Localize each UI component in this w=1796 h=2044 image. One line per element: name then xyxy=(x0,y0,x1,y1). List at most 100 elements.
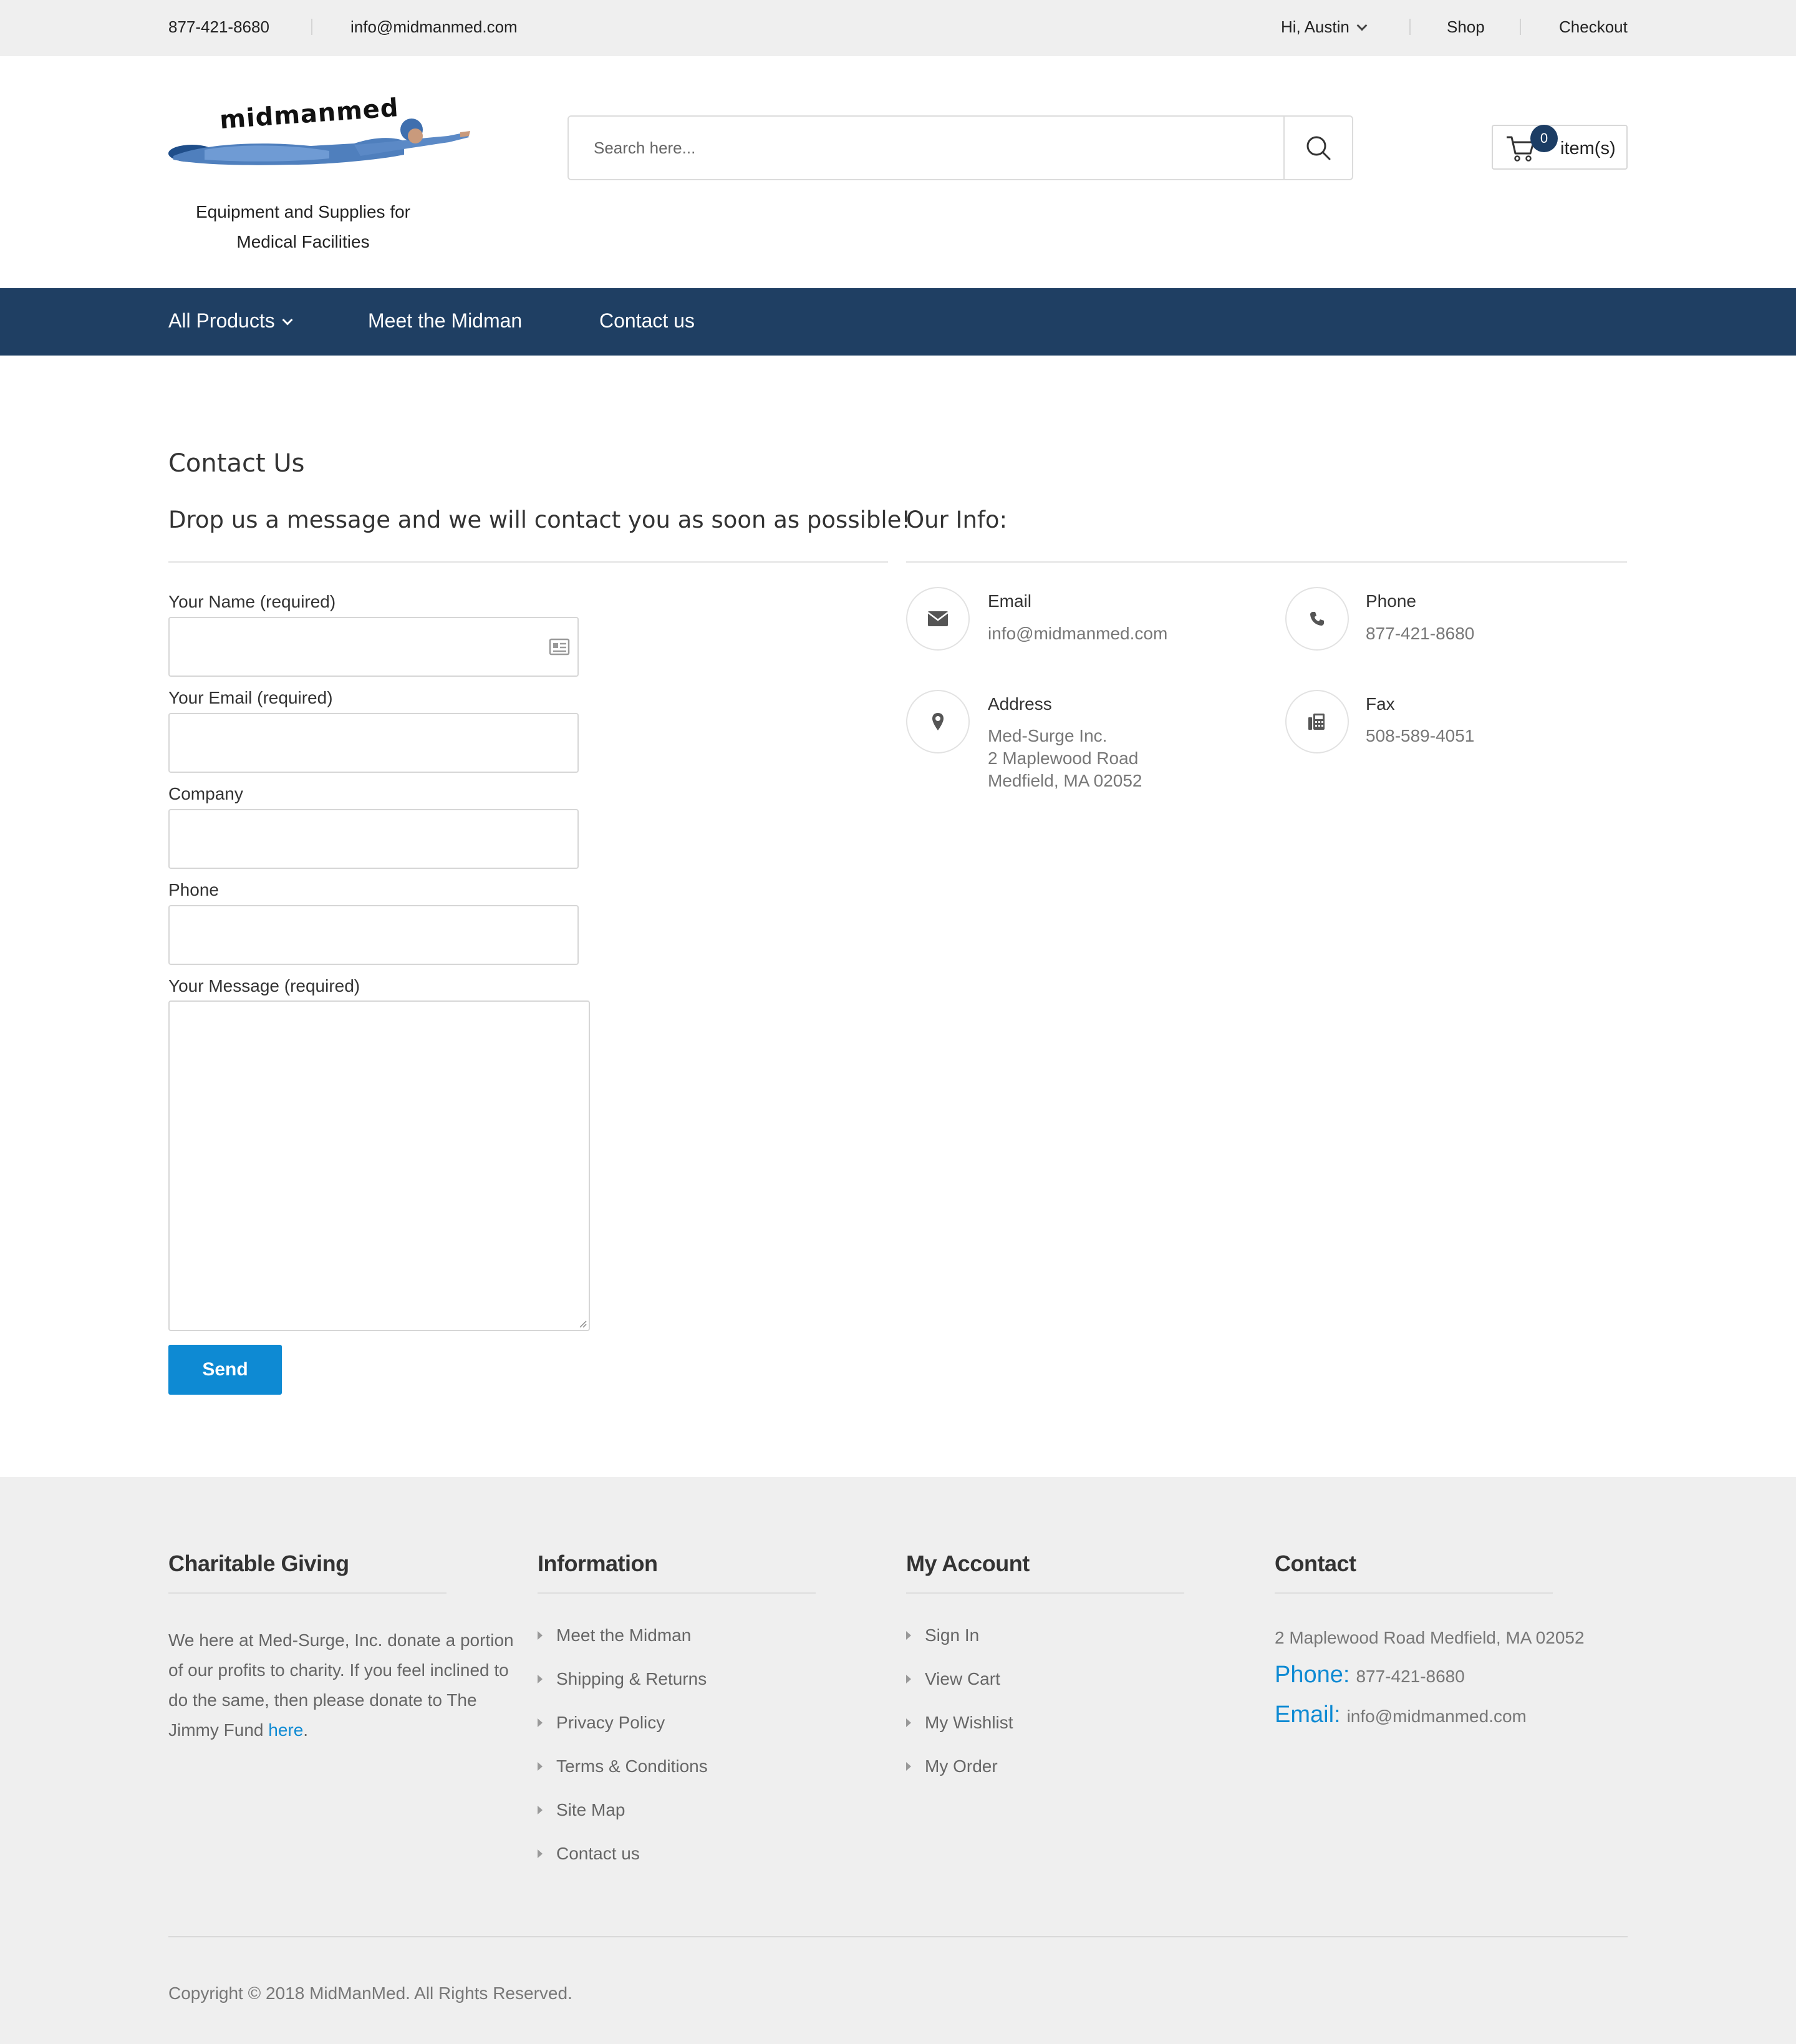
caret-right-icon xyxy=(906,1631,911,1640)
map-marker-icon xyxy=(932,713,944,730)
footer-divider xyxy=(168,1936,1628,1937)
footer-link-my-wishlist[interactable]: My Wishlist xyxy=(906,1713,1013,1733)
footer-phone-value[interactable]: 877-421-8680 xyxy=(1356,1667,1464,1686)
cart-label: item(s) xyxy=(1560,138,1616,158)
fax-icon xyxy=(1308,714,1325,730)
info-address-title: Address xyxy=(988,694,1052,714)
info-heading: Our Info: xyxy=(906,506,1008,533)
footer-link-sign-in[interactable]: Sign In xyxy=(906,1625,979,1645)
footer-link-label: Meet the Midman xyxy=(556,1625,692,1645)
charitable-end: . xyxy=(303,1720,309,1740)
name-label: Your Name (required) xyxy=(168,592,336,611)
info-fax-value: 508-589-4051 xyxy=(1366,726,1475,745)
cart-button[interactable]: 0 item(s) xyxy=(1492,125,1628,170)
caret-right-icon xyxy=(906,1718,911,1727)
account-menu[interactable]: Hi, Austin xyxy=(1281,17,1368,37)
donate-link[interactable]: here xyxy=(268,1720,303,1740)
search-icon xyxy=(1306,136,1331,160)
footer-phone-label: Phone: xyxy=(1275,1662,1350,1688)
chevron-down-icon xyxy=(282,314,293,326)
contact-card-icon xyxy=(549,638,570,656)
nav-contact-us[interactable]: Contact us xyxy=(599,309,695,332)
info-email-value[interactable]: info@midmanmed.com xyxy=(988,622,1167,645)
message-textarea[interactable] xyxy=(168,1000,590,1331)
envelope-icon xyxy=(928,611,948,626)
resize-handle-icon[interactable] xyxy=(577,1319,587,1329)
info-address-line: Medfield, MA 02052 xyxy=(988,771,1142,790)
phone-info-circle xyxy=(1285,587,1349,651)
caret-right-icon xyxy=(538,1675,543,1683)
footer-link-meet-the-midman[interactable]: Meet the Midman xyxy=(538,1625,691,1645)
topbar-email[interactable]: info@midmanmed.com xyxy=(350,17,518,37)
caret-right-icon xyxy=(538,1806,543,1814)
footer-email: Email: info@midmanmed.com xyxy=(1275,1702,1527,1728)
phone-field[interactable] xyxy=(168,905,579,965)
footer-charitable-title: Charitable Giving xyxy=(168,1551,349,1576)
footer-rule xyxy=(906,1592,1184,1594)
nav-all-products[interactable]: All Products xyxy=(168,309,293,332)
info-phone-value[interactable]: 877-421-8680 xyxy=(1366,622,1474,645)
cart-count-badge: 0 xyxy=(1530,125,1558,152)
footer-link-contact-us[interactable]: Contact us xyxy=(538,1844,640,1864)
footer-link-label: My Order xyxy=(925,1756,998,1776)
info-fax-title: Fax xyxy=(1366,694,1395,714)
topbar-phone[interactable]: 877-421-8680 xyxy=(168,17,269,37)
divider xyxy=(168,561,888,563)
footer-contact-title: Contact xyxy=(1275,1551,1356,1576)
topbar-divider xyxy=(311,19,312,35)
email-field[interactable] xyxy=(168,713,579,773)
chevron-down-icon xyxy=(1356,20,1368,31)
address-info-circle xyxy=(906,690,970,753)
page-title: Contact Us xyxy=(168,449,305,478)
form-heading: Drop us a message and we will contact yo… xyxy=(168,506,911,533)
footer-link-label: View Cart xyxy=(925,1669,1000,1688)
company-label: Company xyxy=(168,784,243,803)
email-info-circle xyxy=(906,587,970,651)
caret-right-icon xyxy=(538,1762,543,1771)
email-label: Your Email (required) xyxy=(168,688,333,707)
copyright: Copyright © 2018 MidManMed. All Rights R… xyxy=(168,1983,572,2003)
tagline-line: Equipment and Supplies for xyxy=(196,202,410,221)
checkout-link[interactable]: Checkout xyxy=(1559,17,1628,37)
top-bar: 877-421-8680 info@midmanmed.com Hi, Aust… xyxy=(0,0,1796,56)
company-field[interactable] xyxy=(168,809,579,869)
footer-link-terms-conditions[interactable]: Terms & Conditions xyxy=(538,1756,708,1776)
main-nav: All Products Meet the Midman Contact us xyxy=(0,288,1796,356)
footer-address: 2 Maplewood Road Medfield, MA 02052 xyxy=(1275,1628,1585,1647)
topbar-divider xyxy=(1409,19,1411,35)
caret-right-icon xyxy=(538,1718,543,1727)
send-button[interactable]: Send xyxy=(168,1345,282,1395)
footer-link-view-cart[interactable]: View Cart xyxy=(906,1669,1000,1689)
footer-link-shipping-returns[interactable]: Shipping & Returns xyxy=(538,1669,707,1689)
footer-link-privacy-policy[interactable]: Privacy Policy xyxy=(538,1713,665,1733)
nav-item-label: All Products xyxy=(168,309,275,332)
account-greeting: Hi, Austin xyxy=(1281,17,1349,36)
nav-meet-the-midman[interactable]: Meet the Midman xyxy=(368,309,522,332)
footer-link-my-order[interactable]: My Order xyxy=(906,1756,998,1776)
site-footer: Charitable Giving We here at Med-Surge, … xyxy=(0,1477,1796,2044)
footer-email-value[interactable]: info@midmanmed.com xyxy=(1347,1707,1527,1726)
search-bar xyxy=(567,115,1353,180)
search-input[interactable] xyxy=(569,117,1285,179)
footer-phone: Phone: 877-421-8680 xyxy=(1275,1662,1465,1688)
name-field[interactable] xyxy=(168,617,579,677)
tagline: Equipment and Supplies for Medical Facil… xyxy=(168,197,438,257)
tagline-line: Medical Facilities xyxy=(236,232,370,251)
search-button[interactable] xyxy=(1283,117,1352,179)
info-address-line: 2 Maplewood Road xyxy=(988,748,1139,768)
fax-info-circle xyxy=(1285,690,1349,753)
footer-account-title: My Account xyxy=(906,1551,1030,1576)
shop-link[interactable]: Shop xyxy=(1447,17,1485,37)
site-header: midmanmed Equipment and Supplies for Med… xyxy=(0,56,1796,288)
topbar-divider xyxy=(1520,19,1521,35)
footer-rule xyxy=(168,1592,447,1594)
footer-link-label: My Wishlist xyxy=(925,1713,1013,1732)
caret-right-icon xyxy=(538,1849,543,1858)
divider xyxy=(906,561,1627,563)
phone-icon xyxy=(1310,612,1324,626)
footer-link-label: Sign In xyxy=(925,1625,980,1645)
footer-link-site-map[interactable]: Site Map xyxy=(538,1800,625,1820)
info-phone-title: Phone xyxy=(1366,591,1416,611)
footer-rule xyxy=(538,1592,816,1594)
footer-link-label: Shipping & Returns xyxy=(556,1669,707,1688)
